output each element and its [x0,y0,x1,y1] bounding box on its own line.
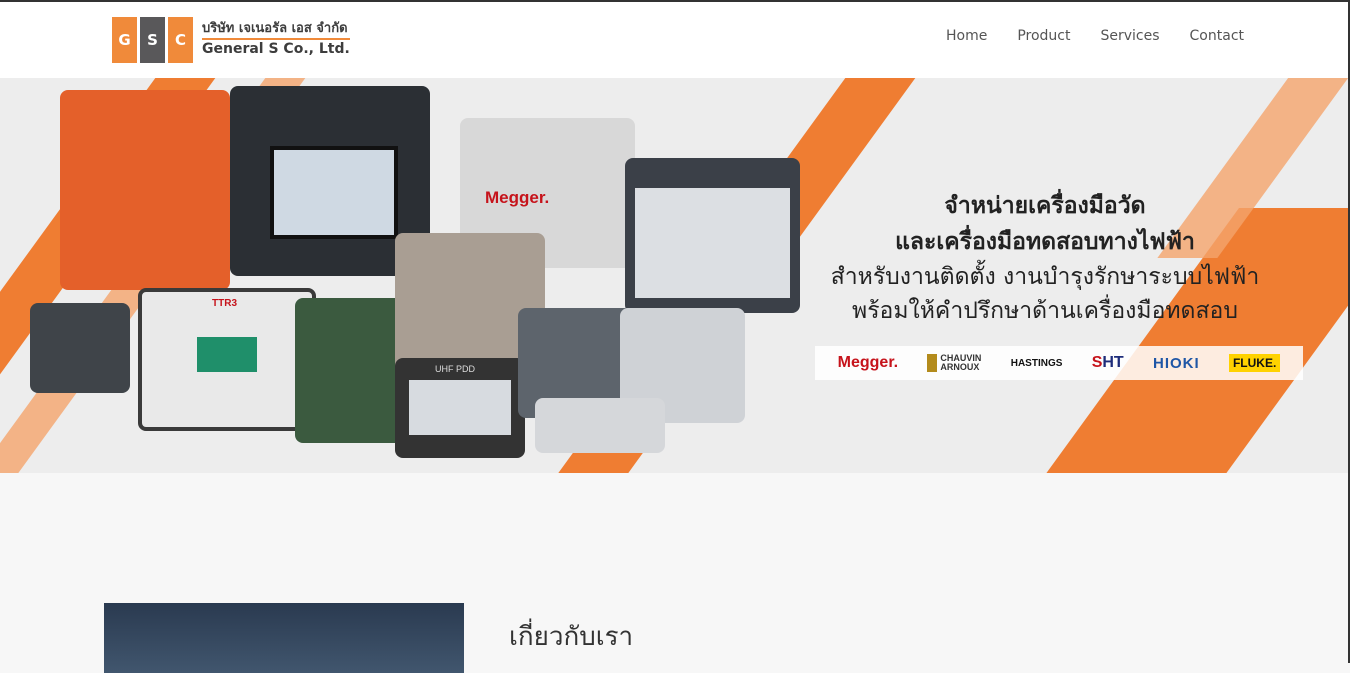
brand-megger-logo: Megger. [837,354,899,371]
logo-english-name: General S Co., Ltd. [202,41,350,58]
uhf-screen [409,380,511,435]
equipment-ttr: TTR3 [138,288,316,431]
sht-s: S [1091,354,1103,371]
nav-services[interactable]: Services [1100,28,1159,44]
equipment-insulation-tester [30,303,130,393]
sht-ht: HT [1102,354,1124,371]
about-image [104,603,464,673]
nav-contact[interactable]: Contact [1190,28,1244,44]
hero-banner: Megger. TTR3 UHF PDD จำหน่ายเครื่องมือวั… [0,78,1350,473]
hero-copy: จำหน่ายเครื่องมือวัด และเครื่องมือทดสอบท… [800,188,1290,328]
site-header: G S C บริษัท เจเนอรัล เอส จำกัด General … [0,2,1350,79]
ttr-label: TTR3 [212,298,237,309]
nav-home[interactable]: Home [946,28,987,44]
logo-letter-g: G [112,17,137,63]
hero-line-3: สำหรับงานติดตั้ง งานบำรุงรักษาระบบไฟฟ้า [830,264,1260,290]
equipment-case-orange [60,90,230,290]
logo-letter-s: S [140,17,165,63]
hero-line-4: พร้อมให้คำปรึกษาด้านเครื่องมือทดสอบ [852,298,1238,324]
brand-strip: Megger. CHAUVIN ARNOUX HASTINGS SHT HIOK… [815,346,1303,380]
equipment-rack-unit [535,398,665,453]
equipment-uhf-pdd: UHF PDD [395,358,525,458]
company-logo[interactable]: G S C บริษัท เจเนอรัล เอส จำกัด General … [112,17,350,63]
ttr-screen [197,337,257,372]
brand-chauvin-arnoux-logo: CHAUVIN ARNOUX [927,354,981,372]
test-set-panel [635,188,790,298]
arnoux-text: ARNOUX [940,362,980,372]
nav-product[interactable]: Product [1017,28,1070,44]
laptop-screen [270,146,398,239]
brand-hioki-logo: HIOKI [1152,354,1200,372]
hero-line-2: และเครื่องมือทดสอบทางไฟฟ้า [895,229,1195,255]
uhf-label: UHF PDD [435,364,475,374]
brand-fluke-logo: FLUKE. [1228,354,1281,372]
main-nav: Home Product Services Contact [946,28,1244,44]
brand-hastings-logo: HASTINGS [1010,357,1063,369]
logo-letter-c: C [168,17,193,63]
about-title: เกี่ยวกับเรา [509,622,634,652]
equipment-multimeter [295,298,405,443]
logo-thai-name: บริษัท เจเนอรัล เอส จำกัด [202,21,350,41]
megger-label: Megger. [485,188,550,207]
hero-line-1: จำหน่ายเครื่องมือวัด [944,193,1146,219]
logo-text: บริษัท เจเนอรัล เอส จำกัด General S Co.,… [202,21,350,58]
brand-sht-logo: SHT [1092,354,1124,372]
equipment-test-set [625,158,800,313]
